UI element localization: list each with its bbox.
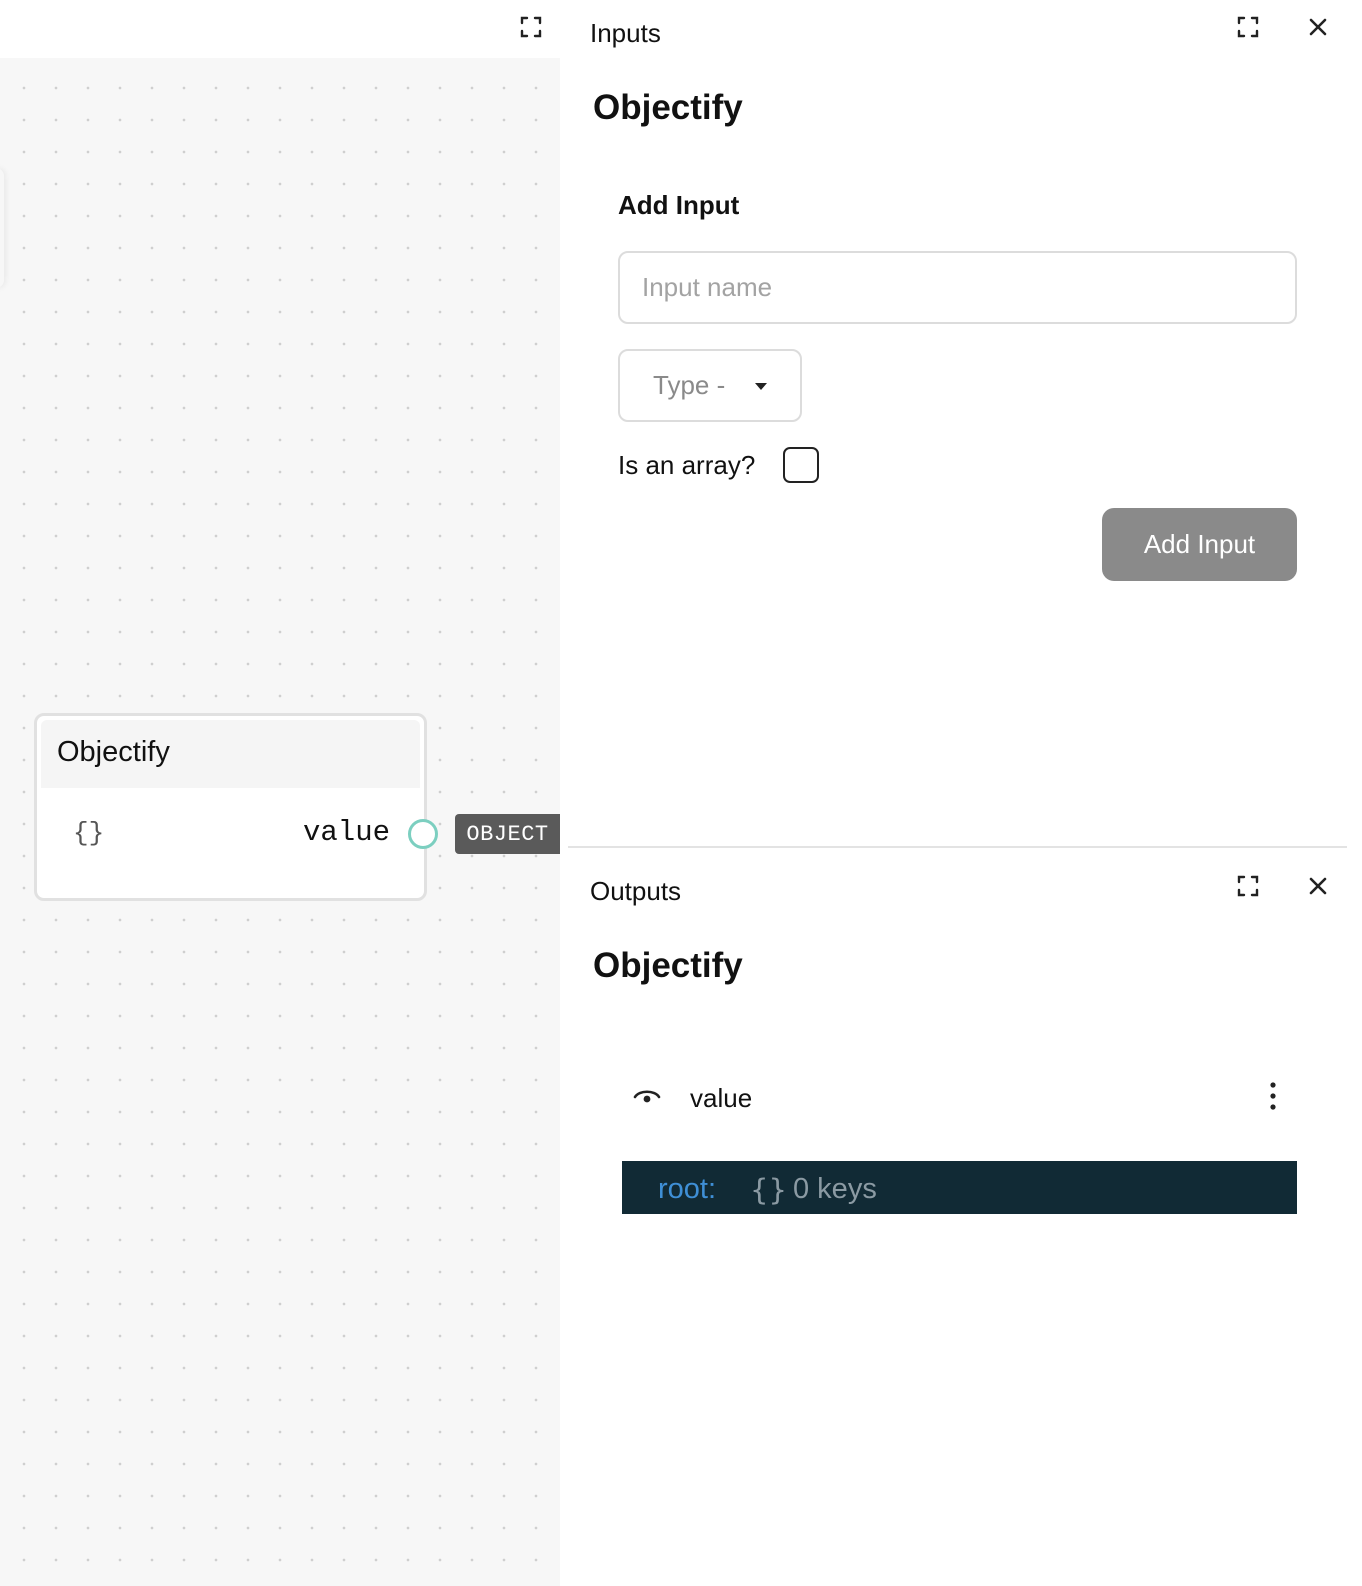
node-output-port-handle[interactable] <box>408 819 438 849</box>
json-root-key: root: <box>658 1173 717 1205</box>
caret-down-icon <box>755 383 767 390</box>
is-array-label: Is an array? <box>618 450 756 480</box>
objectify-node[interactable]: Objectify {} value <box>34 713 427 901</box>
canvas-expand-icon[interactable] <box>517 13 545 41</box>
outputs-close-icon[interactable] <box>1304 872 1332 900</box>
input-type-select[interactable]: Type - <box>618 349 802 422</box>
input-type-select-value: Type - <box>653 370 726 400</box>
output-row-value: value <box>622 1073 1297 1129</box>
json-object-brace[interactable]: {} <box>750 1173 787 1207</box>
inputs-close-icon[interactable] <box>1304 13 1332 41</box>
output-name: value <box>690 1083 753 1113</box>
inputs-expand-icon[interactable] <box>1234 13 1262 41</box>
inputs-panel-heading: Objectify <box>593 88 743 127</box>
canvas-side-panel-edge <box>0 168 4 288</box>
eye-icon[interactable] <box>632 1085 662 1112</box>
inputs-panel-label: Inputs <box>590 18 661 48</box>
add-input-button[interactable]: Add Input <box>1102 508 1297 581</box>
node-title: Objectify <box>57 736 170 768</box>
add-input-section-title: Add Input <box>618 190 740 220</box>
outputs-panel-heading: Objectify <box>593 946 743 985</box>
port-type-badge: OBJECT <box>455 814 560 854</box>
json-key-count: 0 keys <box>793 1173 877 1205</box>
outputs-expand-icon[interactable] <box>1234 872 1262 900</box>
flow-canvas[interactable]: Objectify {} value OBJECT <box>0 58 560 1586</box>
node-output-port-label: value <box>302 816 390 849</box>
is-array-checkbox[interactable] <box>783 447 819 483</box>
canvas-topbar <box>0 0 560 58</box>
json-viewer[interactable]: root: {} 0 keys <box>622 1161 1297 1214</box>
outputs-panel: Outputs Objectify value root: {} 0 keys <box>568 848 1347 1586</box>
object-type-icon: {} <box>73 818 105 848</box>
input-name-field[interactable] <box>618 251 1297 324</box>
node-header[interactable]: Objectify <box>41 720 420 788</box>
canvas-pane: Objectify {} value OBJECT <box>0 0 560 1586</box>
app-root: Objectify {} value OBJECT Inputs Objecti… <box>0 0 1362 1586</box>
kebab-menu-icon[interactable] <box>1269 1081 1277 1116</box>
outputs-panel-label: Outputs <box>590 876 682 906</box>
inputs-panel: Inputs Objectify Add Input Type - Is an … <box>568 0 1347 846</box>
